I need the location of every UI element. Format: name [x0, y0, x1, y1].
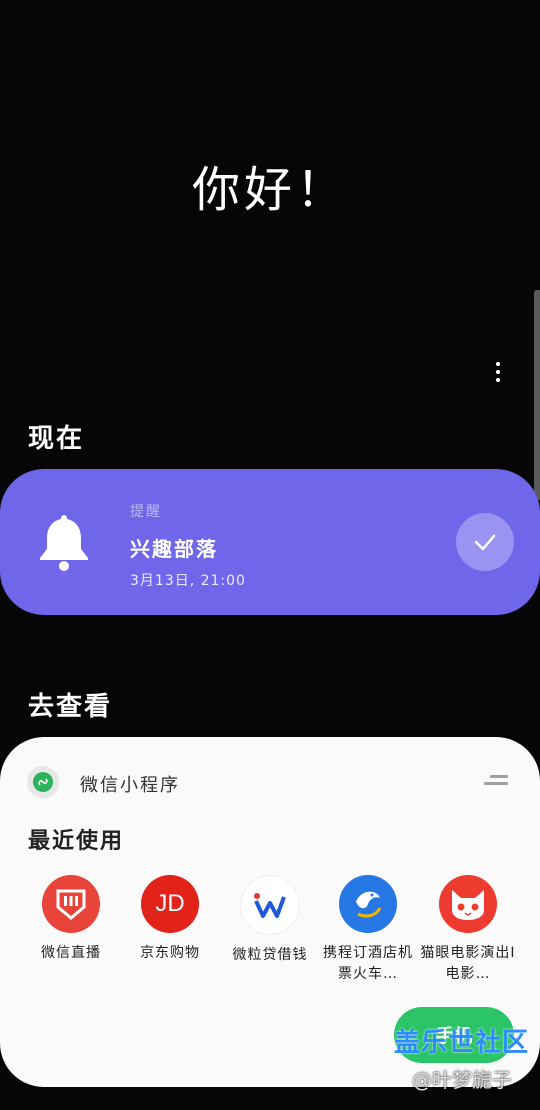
ctrip-icon: [339, 875, 397, 933]
maoyan-icon: [439, 875, 497, 933]
reminder-type: 提醒: [130, 504, 162, 520]
app-jd[interactable]: JD 京东购物: [120, 875, 220, 964]
wechat-live-icon: [42, 875, 100, 933]
app-label: 微信直播: [41, 945, 101, 961]
section-title-go-look: 去查看: [28, 692, 113, 722]
jd-icon: JD: [141, 875, 199, 933]
app-ctrip[interactable]: 携程订酒店机票火车…: [318, 875, 418, 985]
mini-program-title: 微信小程序: [80, 775, 180, 796]
reminder-title: 兴趣部落: [130, 537, 218, 561]
watermark-site: 盖乐世社区: [394, 1028, 530, 1058]
greeting: 你好！: [191, 162, 348, 218]
recent-used-title: 最近使用: [28, 829, 125, 854]
app-label: 京东购物: [140, 945, 200, 961]
app-maoyan[interactable]: 猫眼电影演出I电影…: [418, 875, 518, 985]
app-label: 微粒贷借钱: [232, 947, 308, 963]
drag-handle-icon[interactable]: [482, 773, 510, 789]
reminder-time: 3月13日, 21:00: [130, 573, 246, 589]
complete-reminder-button[interactable]: [456, 513, 514, 571]
more-options-icon[interactable]: [484, 358, 512, 386]
reminder-card[interactable]: 提醒 兴趣部落 3月13日, 21:00: [0, 469, 540, 615]
section-title-now: 现在: [28, 424, 85, 454]
app-wechat-live[interactable]: 微信直播: [21, 875, 121, 964]
bell-icon: [40, 515, 88, 571]
app-weilidai[interactable]: 微粒贷借钱: [220, 875, 320, 966]
app-label: 猫眼电影演出I电影…: [420, 945, 516, 982]
weilidai-icon: [240, 875, 300, 935]
app-label: 携程订酒店机票火车…: [323, 945, 413, 982]
watermark-user: @叶梦旎子: [412, 1068, 512, 1092]
check-icon: [474, 534, 496, 551]
mini-program-icon: [27, 766, 59, 798]
edge-panel-handle[interactable]: [534, 290, 540, 500]
